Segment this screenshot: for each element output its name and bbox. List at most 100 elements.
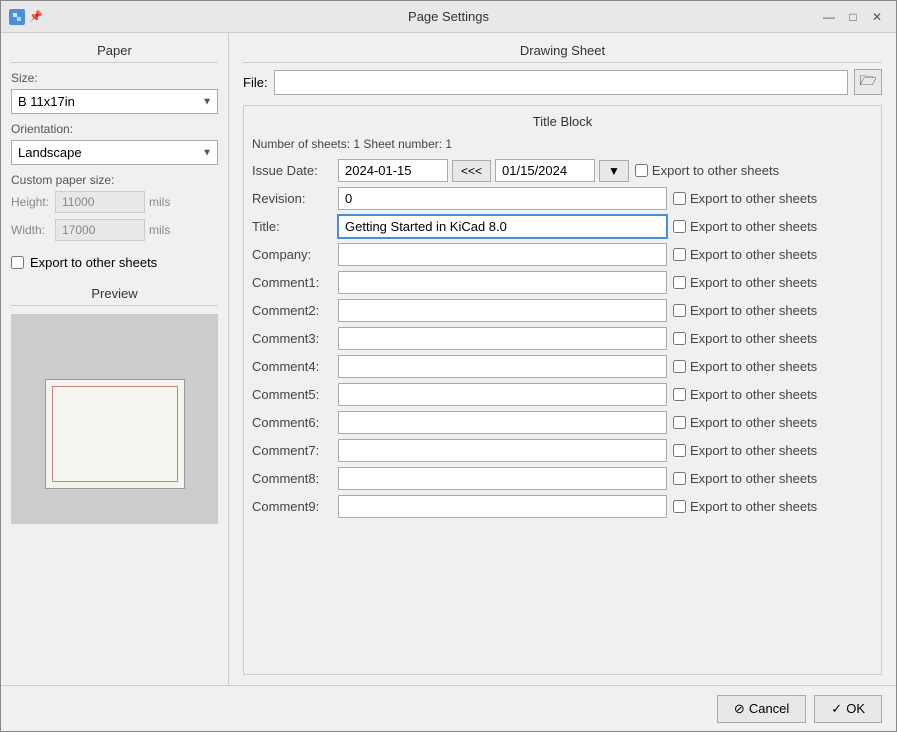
date-dropdown-button[interactable]: ▼ — [599, 160, 629, 182]
comment4-row: Comment4: Export to other sheets — [252, 355, 873, 378]
size-group: Size: B 11x17in A4 A3 Letter Legal ▼ — [11, 71, 218, 114]
issue-date-export-row: Export to other sheets — [635, 163, 835, 178]
comment9-export-checkbox[interactable] — [673, 500, 686, 513]
cancel-icon: ⊘ — [734, 701, 745, 717]
maximize-button[interactable]: □ — [842, 6, 864, 28]
comment9-export-label: Export to other sheets — [690, 499, 817, 514]
preview-paper — [45, 379, 185, 489]
comment7-export-checkbox[interactable] — [673, 444, 686, 457]
ok-label: OK — [846, 701, 865, 716]
issue-date-input[interactable] — [338, 159, 448, 182]
revision-input[interactable] — [338, 187, 667, 210]
left-export-label: Export to other sheets — [30, 255, 157, 270]
comment4-input[interactable] — [338, 355, 667, 378]
comment5-row: Comment5: Export to other sheets — [252, 383, 873, 406]
comment4-label: Comment4: — [252, 359, 332, 374]
title-export-row: Export to other sheets — [673, 219, 873, 234]
content-area: Paper Size: B 11x17in A4 A3 Letter Legal… — [1, 33, 896, 685]
cancel-label: Cancel — [749, 701, 789, 716]
width-unit: mils — [149, 223, 170, 237]
company-export-checkbox[interactable] — [673, 248, 686, 261]
company-row: Company: Export to other sheets — [252, 243, 873, 266]
comment5-input[interactable] — [338, 383, 667, 406]
left-panel: Paper Size: B 11x17in A4 A3 Letter Legal… — [1, 33, 229, 685]
comment5-export-checkbox[interactable] — [673, 388, 686, 401]
comment2-export-row: Export to other sheets — [673, 303, 873, 318]
left-export-checkbox[interactable] — [11, 256, 24, 269]
title-export-checkbox[interactable] — [673, 220, 686, 233]
comment5-export-label: Export to other sheets — [690, 387, 817, 402]
company-input[interactable] — [338, 243, 667, 266]
ok-button[interactable]: ✓ OK — [814, 695, 882, 723]
revision-label: Revision: — [252, 191, 332, 206]
title-label: Title: — [252, 219, 332, 234]
comment5-export-row: Export to other sheets — [673, 387, 873, 402]
orientation-select[interactable]: Landscape Portrait — [11, 140, 218, 165]
revision-export-checkbox[interactable] — [673, 192, 686, 205]
date-row: <<< ▼ — [338, 159, 629, 182]
comment8-export-checkbox[interactable] — [673, 472, 686, 485]
file-row: File: 🗁 — [243, 69, 882, 95]
comment1-row: Comment1: Export to other sheets — [252, 271, 873, 294]
pin-icon: 📌 — [29, 10, 43, 24]
comment6-export-checkbox[interactable] — [673, 416, 686, 429]
comment6-input[interactable] — [338, 411, 667, 434]
comment6-export-label: Export to other sheets — [690, 415, 817, 430]
size-select-wrapper: B 11x17in A4 A3 Letter Legal ▼ — [11, 89, 218, 114]
minimize-button[interactable]: — — [818, 6, 840, 28]
comment2-row: Comment2: Export to other sheets — [252, 299, 873, 322]
comment1-input[interactable] — [338, 271, 667, 294]
title-bar: 📌 Page Settings — □ ✕ — [1, 1, 896, 33]
comment9-export-row: Export to other sheets — [673, 499, 873, 514]
left-export-row: Export to other sheets — [11, 255, 218, 270]
issue-date-export-checkbox[interactable] — [635, 164, 648, 177]
comment8-input[interactable] — [338, 467, 667, 490]
comment8-export-row: Export to other sheets — [673, 471, 873, 486]
issue-date-row: Issue Date: <<< ▼ Export to other sheets — [252, 159, 873, 182]
size-label: Size: — [11, 71, 218, 85]
cancel-button[interactable]: ⊘ Cancel — [717, 695, 806, 723]
title-row: Title: Export to other sheets — [252, 215, 873, 238]
comment2-export-checkbox[interactable] — [673, 304, 686, 317]
page-settings-window: 📌 Page Settings — □ ✕ Paper Size: B 11x1… — [0, 0, 897, 732]
comment3-export-checkbox[interactable] — [673, 332, 686, 345]
comment1-export-row: Export to other sheets — [673, 275, 873, 290]
title-block-section: Title Block Number of sheets: 1 Sheet nu… — [243, 105, 882, 675]
paper-panel-title: Paper — [11, 43, 218, 63]
comment1-export-checkbox[interactable] — [673, 276, 686, 289]
window-controls: — □ ✕ — [818, 6, 888, 28]
comment2-input[interactable] — [338, 299, 667, 322]
date-display-input[interactable] — [495, 159, 595, 182]
height-input[interactable] — [55, 191, 145, 213]
footer: ⊘ Cancel ✓ OK — [1, 685, 896, 731]
title-input[interactable] — [338, 215, 667, 238]
width-input[interactable] — [55, 219, 145, 241]
comment5-label: Comment5: — [252, 387, 332, 402]
folder-icon: 🗁 — [859, 70, 876, 94]
comment1-export-label: Export to other sheets — [690, 275, 817, 290]
comment9-label: Comment9: — [252, 499, 332, 514]
height-row: Height: mils — [11, 191, 218, 213]
comment2-label: Comment2: — [252, 303, 332, 318]
comment8-label: Comment8: — [252, 471, 332, 486]
comment2-export-label: Export to other sheets — [690, 303, 817, 318]
size-select[interactable]: B 11x17in A4 A3 Letter Legal — [11, 89, 218, 114]
company-export-label: Export to other sheets — [690, 247, 817, 262]
orientation-select-wrapper: Landscape Portrait ▼ — [11, 140, 218, 165]
close-button[interactable]: ✕ — [866, 6, 888, 28]
comment8-export-label: Export to other sheets — [690, 471, 817, 486]
preview-area — [11, 314, 218, 524]
preview-title: Preview — [11, 286, 218, 306]
date-arrow-button[interactable]: <<< — [452, 160, 491, 182]
drawing-sheet-title: Drawing Sheet — [243, 43, 882, 63]
file-browse-button[interactable]: 🗁 — [854, 69, 882, 95]
company-export-row: Export to other sheets — [673, 247, 873, 262]
comment3-input[interactable] — [338, 327, 667, 350]
window-title: Page Settings — [408, 9, 489, 24]
issue-date-label: Issue Date: — [252, 163, 332, 178]
file-input[interactable] — [274, 70, 848, 95]
comment4-export-checkbox[interactable] — [673, 360, 686, 373]
comment7-input[interactable] — [338, 439, 667, 462]
comment9-input[interactable] — [338, 495, 667, 518]
title-bar-left: 📌 — [9, 9, 43, 25]
